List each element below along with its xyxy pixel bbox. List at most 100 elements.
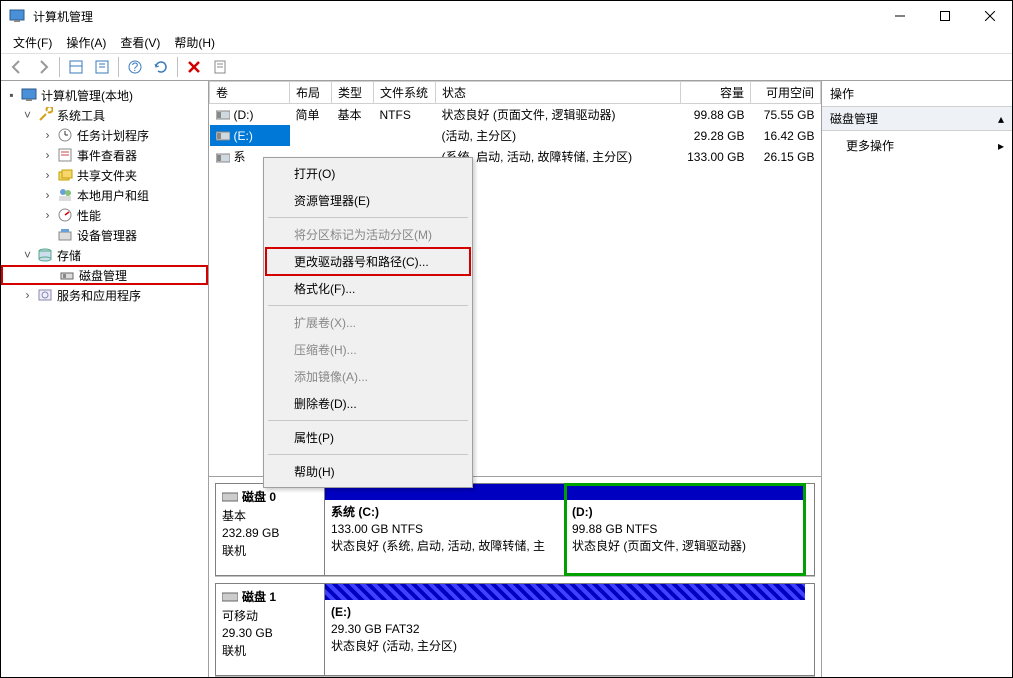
partition-body: (D:)99.88 GB NTFS状态良好 (页面文件, 逻辑驱动器)	[566, 500, 805, 575]
disk-mgmt-icon	[59, 267, 75, 283]
col-volume[interactable]: 卷	[210, 82, 290, 104]
table-row[interactable]: (D:)简单基本NTFS状态良好 (页面文件, 逻辑驱动器)99.88 GB75…	[210, 104, 821, 126]
cm-change-letter[interactable]: 更改驱动器号和路径(C)...	[266, 248, 470, 275]
minimize-button[interactable]	[877, 1, 922, 31]
partition[interactable]: (D:)99.88 GB NTFS状态良好 (页面文件, 逻辑驱动器)	[565, 484, 805, 575]
partition[interactable]: (E:)29.30 GB FAT32状态良好 (活动, 主分区)	[325, 584, 805, 675]
tree-disk-management[interactable]: 磁盘管理	[1, 265, 208, 285]
partition-header	[566, 484, 805, 500]
disk-type: 基本	[222, 507, 318, 524]
refresh-button[interactable]	[149, 55, 173, 79]
tree-root[interactable]: ▪ 计算机管理(本地)	[1, 85, 208, 105]
delete-button[interactable]	[182, 55, 206, 79]
disk-status: 联机	[222, 542, 318, 559]
col-layout[interactable]: 布局	[290, 82, 332, 104]
col-capacity[interactable]: 容量	[681, 82, 751, 104]
performance-icon	[57, 207, 73, 223]
expand-icon[interactable]: ˅	[21, 249, 34, 262]
cm-properties[interactable]: 属性(P)	[266, 424, 470, 451]
disk-graphical-area: 磁盘 0基本232.89 GB联机系统 (C:)133.00 GB NTFS状态…	[209, 476, 821, 677]
folders-icon	[57, 167, 73, 183]
cell-capacity: 133.00 GB	[681, 146, 751, 167]
collapse-icon[interactable]: ▪	[5, 89, 18, 102]
tree-local-users[interactable]: › 本地用户和组	[1, 185, 208, 205]
tree-system-tools[interactable]: ˅ 系统工具	[1, 105, 208, 125]
tree-label: 系统工具	[57, 107, 105, 124]
cell-fs: NTFS	[374, 104, 436, 126]
cm-mark-active: 将分区标记为活动分区(M)	[266, 221, 470, 248]
menu-action[interactable]: 操作(A)	[60, 32, 112, 53]
collapse-icon[interactable]: ▴	[998, 112, 1004, 126]
tree-label: 磁盘管理	[79, 267, 127, 284]
cm-format[interactable]: 格式化(F)...	[266, 275, 470, 302]
menu-separator	[268, 217, 468, 218]
actions-section-title[interactable]: 磁盘管理 ▴	[822, 107, 1012, 131]
cell-volume: (E:)	[210, 125, 290, 146]
cell-free: 16.42 GB	[751, 125, 821, 146]
window-title: 计算机管理	[33, 8, 877, 25]
expand-icon[interactable]: ›	[41, 149, 54, 162]
menu-help[interactable]: 帮助(H)	[168, 32, 221, 53]
properties-button[interactable]	[208, 55, 232, 79]
partition-size: 29.30 GB FAT32	[331, 622, 420, 636]
cell-layout	[290, 125, 332, 146]
toolbar-separator	[59, 57, 60, 77]
actions-section-label: 磁盘管理	[830, 110, 878, 127]
help-toolbar-button[interactable]: ?	[123, 55, 147, 79]
volume-table: 卷 布局 类型 文件系统 状态 容量 可用空间 (D:)简单基本NTFS状态良好…	[209, 81, 821, 167]
cell-status: (活动, 主分区)	[436, 125, 681, 146]
partition[interactable]: 系统 (C:)133.00 GB NTFS状态良好 (系统, 启动, 活动, 故…	[325, 484, 565, 575]
tree-performance[interactable]: › 性能	[1, 205, 208, 225]
tree-task-scheduler[interactable]: › 任务计划程序	[1, 125, 208, 145]
tree-services-apps[interactable]: › 服务和应用程序	[1, 285, 208, 305]
menu-view[interactable]: 查看(V)	[114, 32, 166, 53]
expand-icon[interactable]: ›	[41, 169, 54, 182]
app-icon	[9, 8, 25, 24]
cm-shrink: 压缩卷(H)...	[266, 336, 470, 363]
cell-type: 基本	[332, 104, 374, 126]
chevron-right-icon: ▸	[998, 139, 1004, 153]
toolbar-btn-2[interactable]	[90, 55, 114, 79]
expand-icon[interactable]: ˅	[21, 109, 34, 122]
event-icon	[57, 147, 73, 163]
partition-label: 系统 (C:)	[331, 505, 379, 519]
toolbar-btn-1[interactable]	[64, 55, 88, 79]
users-icon	[57, 187, 73, 203]
col-status[interactable]: 状态	[436, 82, 681, 104]
disk-info: 磁盘 1可移动29.30 GB联机	[215, 583, 325, 676]
menu-separator	[268, 305, 468, 306]
back-button[interactable]	[5, 55, 29, 79]
close-button[interactable]	[967, 1, 1012, 31]
col-type[interactable]: 类型	[332, 82, 374, 104]
cm-explorer[interactable]: 资源管理器(E)	[266, 187, 470, 214]
menu-separator	[268, 454, 468, 455]
cm-open[interactable]: 打开(O)	[266, 160, 470, 187]
partition-status: 状态良好 (系统, 启动, 活动, 故障转储, 主	[331, 539, 545, 553]
table-row[interactable]: (E:)(活动, 主分区)29.28 GB16.42 GB	[210, 125, 821, 146]
cm-help[interactable]: 帮助(H)	[266, 458, 470, 485]
tree-shared-folders[interactable]: › 共享文件夹	[1, 165, 208, 185]
storage-icon	[37, 247, 53, 263]
tree-storage[interactable]: ˅ 存储	[1, 245, 208, 265]
actions-more-label: 更多操作	[846, 137, 894, 154]
col-freespace[interactable]: 可用空间	[751, 82, 821, 104]
disk-row: 磁盘 0基本232.89 GB联机系统 (C:)133.00 GB NTFS状态…	[215, 483, 815, 577]
cm-mirror: 添加镜像(A)...	[266, 363, 470, 390]
tree-label: 设备管理器	[77, 227, 137, 244]
disk-row: 磁盘 1可移动29.30 GB联机(E:)29.30 GB FAT32状态良好 …	[215, 583, 815, 677]
tree-device-manager[interactable]: 设备管理器	[1, 225, 208, 245]
cm-delete[interactable]: 删除卷(D)...	[266, 390, 470, 417]
expand-icon[interactable]: ›	[41, 209, 54, 222]
partition-body: (E:)29.30 GB FAT32状态良好 (活动, 主分区)	[325, 600, 805, 675]
actions-more[interactable]: 更多操作 ▸	[822, 131, 1012, 160]
cell-free: 75.55 GB	[751, 104, 821, 126]
partition-status: 状态良好 (活动, 主分区)	[331, 639, 457, 653]
col-filesystem[interactable]: 文件系统	[374, 82, 436, 104]
expand-icon[interactable]: ›	[41, 189, 54, 202]
expand-icon[interactable]: ›	[21, 289, 34, 302]
maximize-button[interactable]	[922, 1, 967, 31]
menu-file[interactable]: 文件(F)	[7, 32, 58, 53]
expand-icon[interactable]: ›	[41, 129, 54, 142]
forward-button[interactable]	[31, 55, 55, 79]
tree-event-viewer[interactable]: › 事件查看器	[1, 145, 208, 165]
